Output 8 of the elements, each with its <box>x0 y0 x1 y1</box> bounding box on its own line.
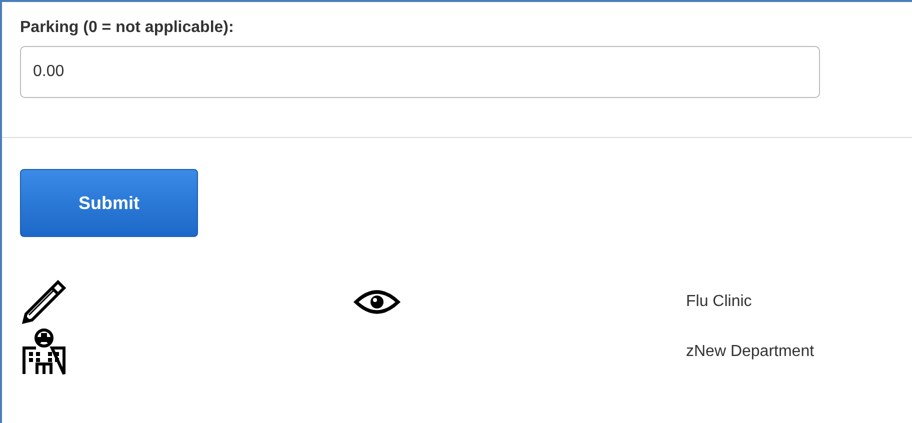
department-name: zNew Department <box>686 343 814 361</box>
submit-button[interactable]: Submit <box>20 169 198 237</box>
pencil-icon[interactable] <box>20 278 68 326</box>
department-name: Flu Clinic <box>686 293 752 311</box>
field-label: Parking (0 = not applicable): <box>20 19 235 37</box>
parking-field[interactable]: 0.00 <box>20 46 820 98</box>
hospital-icon <box>20 328 68 376</box>
eye-icon[interactable] <box>353 290 401 314</box>
